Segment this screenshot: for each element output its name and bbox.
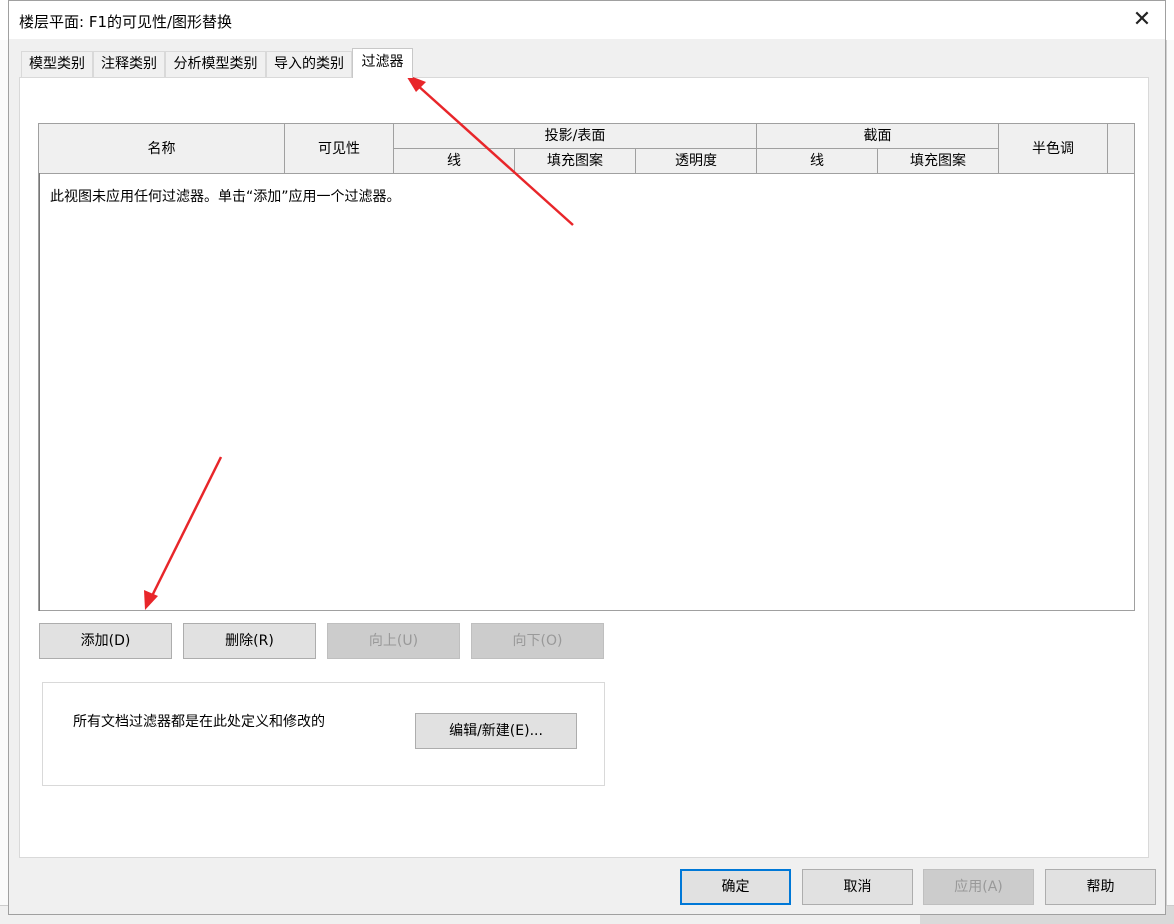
column-header-halftone[interactable]: 半色调 — [999, 124, 1108, 174]
column-header-cut: 截面 — [757, 124, 999, 149]
column-header-cut-line[interactable]: 线 — [757, 149, 878, 174]
filters-table: 名称 可见性 投影/表面 线 填充图案 透明度 截面 线 填充图案 半色调 此视… — [38, 123, 1135, 611]
background-right-edge — [1166, 40, 1174, 905]
close-icon[interactable]: ✕ — [1129, 7, 1155, 33]
ok-button[interactable]: 确定 — [680, 869, 791, 905]
move-down-button[interactable]: 向下(O) — [471, 623, 604, 659]
move-up-button[interactable]: 向上(U) — [327, 623, 460, 659]
column-header-projection-line[interactable]: 线 — [394, 149, 515, 174]
column-header-name[interactable]: 名称 — [39, 124, 285, 174]
empty-table-message: 此视图未应用任何过滤器。单击“添加”应用一个过滤器。 — [50, 189, 401, 205]
column-header-visibility[interactable]: 可见性 — [285, 124, 394, 174]
table-left-border — [39, 173, 40, 611]
tab-annotation-categories[interactable]: 注释类别 — [93, 51, 165, 77]
title-bar: 楼层平面: F1的可见性/图形替换 ✕ — [9, 1, 1165, 39]
tab-model-categories[interactable]: 模型类别 — [21, 51, 93, 77]
apply-button[interactable]: 应用(A) — [923, 869, 1034, 905]
tab-imported-categories[interactable]: 导入的类别 — [266, 51, 352, 77]
add-filter-button[interactable]: 添加(D) — [39, 623, 172, 659]
edit-new-filters-button[interactable]: 编辑/新建(E)... — [415, 713, 577, 749]
cancel-button[interactable]: 取消 — [802, 869, 913, 905]
column-header-projection-transparency[interactable]: 透明度 — [636, 149, 757, 174]
remove-filter-button[interactable]: 删除(R) — [183, 623, 316, 659]
dialog-title: 楼层平面: F1的可见性/图形替换 — [19, 13, 233, 31]
column-header-filler — [1108, 124, 1134, 174]
tab-filters[interactable]: 过滤器 — [352, 48, 413, 78]
tab-analytical-model-categories[interactable]: 分析模型类别 — [165, 51, 266, 77]
column-header-projection-surface: 投影/表面 — [394, 124, 757, 149]
document-filters-message: 所有文档过滤器都是在此处定义和修改的 — [73, 714, 325, 730]
column-header-projection-fill[interactable]: 填充图案 — [515, 149, 636, 174]
column-header-cut-fill[interactable]: 填充图案 — [878, 149, 999, 174]
help-button[interactable]: 帮助 — [1045, 869, 1156, 905]
